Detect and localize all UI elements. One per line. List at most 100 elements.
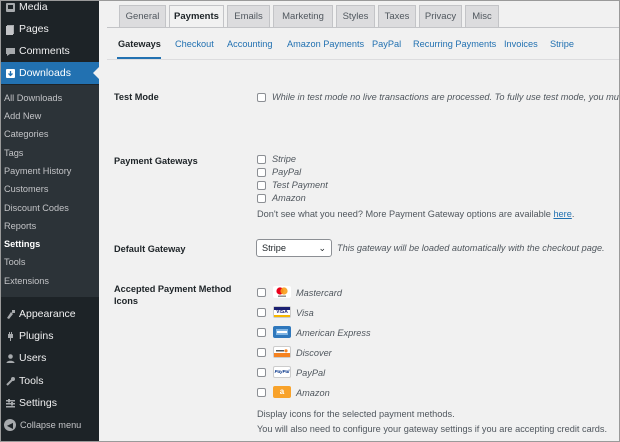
test-mode-description: While in test mode no live transactions … [272, 92, 620, 102]
subtab-gateways[interactable]: Gateways [118, 39, 161, 49]
chevron-down-icon: ⌄ [318, 243, 326, 253]
admin-sidebar: Media Pages Comments Downloads All Downl… [1, 1, 99, 441]
sidebar-item-label: Users [19, 352, 47, 364]
amex-icon [273, 326, 291, 338]
sidebar-item-tools[interactable]: Tools [1, 370, 99, 392]
submenu-item-settings[interactable]: Settings [4, 237, 40, 251]
accepted-icons-note1: Display icons for the selected payment m… [257, 409, 455, 419]
sidebar-item-label: Plugins [19, 330, 54, 342]
sidebar-item-downloads[interactable]: Downloads [1, 62, 99, 84]
gateway-checkbox-amazon[interactable] [257, 194, 266, 203]
collapse-icon: ◀ [4, 419, 16, 431]
sidebar-item-label: Pages [19, 23, 49, 35]
tab-marketing[interactable]: Marketing [273, 5, 333, 27]
active-subtab-underline [117, 57, 161, 59]
media-icon [4, 1, 16, 13]
tab-privacy[interactable]: Privacy [419, 5, 462, 27]
submenu-item-tools[interactable]: Tools [4, 255, 25, 269]
icon-option-paypal: PayPal [296, 368, 326, 378]
users-icon [4, 352, 16, 364]
subtab-stripe[interactable]: Stripe [550, 39, 574, 49]
collapse-menu-label: Collapse menu [20, 420, 82, 430]
subtab-accounting[interactable]: Accounting [227, 39, 272, 49]
settings-main: General Payments Emails Marketing Styles… [99, 1, 619, 441]
sidebar-item-appearance[interactable]: Appearance [1, 303, 99, 325]
pages-icon [4, 23, 16, 35]
subtab-amazon-payments[interactable]: Amazon Payments [287, 39, 364, 49]
sidebar-item-settings[interactable]: Settings [1, 392, 99, 414]
icon-option-mastercard: Mastercard [296, 288, 342, 298]
gateway-checkbox-stripe[interactable] [257, 155, 266, 164]
tab-styles[interactable]: Styles [336, 5, 375, 27]
icon-checkbox-paypal[interactable] [257, 368, 266, 377]
gateway-option-test-payment: Test Payment [272, 180, 328, 190]
downloads-submenu: All Downloads Add New Categories Tags Pa… [1, 85, 99, 297]
submenu-item-tags[interactable]: Tags [4, 146, 23, 160]
sidebar-item-label: Settings [19, 397, 57, 409]
subtab-recurring-payments[interactable]: Recurring Payments [413, 39, 496, 49]
tab-payments[interactable]: Payments [169, 5, 224, 28]
comments-icon [4, 45, 16, 57]
gateway-help-text-body: Don't see what you need? More Payment Ga… [257, 209, 554, 219]
sidebar-item-label: Tools [19, 375, 44, 387]
subtab-checkout[interactable]: Checkout [175, 39, 214, 49]
subtab-invoices[interactable]: Invoices [504, 39, 538, 49]
subtab-paypal[interactable]: PayPal [372, 39, 401, 49]
icon-checkbox-visa[interactable] [257, 308, 266, 317]
gateway-option-stripe: Stripe [272, 154, 297, 164]
sidebar-item-label: Media [19, 1, 48, 13]
collapse-menu-button[interactable]: ◀ Collapse menu [1, 417, 99, 433]
accepted-icons-label-line1: Accepted Payment Method [114, 284, 232, 294]
submenu-item-extensions[interactable]: Extensions [4, 274, 49, 288]
plugins-icon [4, 330, 16, 342]
sidebar-item-comments[interactable]: Comments [1, 40, 99, 62]
submenu-item-customers[interactable]: Customers [4, 182, 48, 196]
submenu-item-payment-history[interactable]: Payment History [4, 164, 71, 178]
accepted-icons-label-line2: Icons [114, 296, 138, 306]
submenu-item-reports[interactable]: Reports [4, 219, 36, 233]
accepted-icons-label: Accepted Payment Method Icons [114, 283, 231, 307]
gateway-checkbox-paypal[interactable] [257, 168, 266, 177]
gateway-help-text-end: . [571, 209, 575, 219]
test-mode-checkbox[interactable] [257, 93, 266, 102]
submenu-item-categories[interactable]: Categories [4, 127, 48, 141]
icon-checkbox-discover[interactable] [257, 348, 266, 357]
settings-icon [4, 397, 16, 409]
sidebar-item-users[interactable]: Users [1, 347, 99, 369]
subtabs-divider [107, 59, 619, 60]
icon-option-amazon: Amazon [296, 388, 330, 398]
tab-general[interactable]: General [119, 5, 166, 27]
submenu-item-discount-codes[interactable]: Discount Codes [4, 201, 69, 215]
default-gateway-label: Default Gateway [114, 244, 186, 254]
gateway-checkbox-test-payment[interactable] [257, 181, 266, 190]
icon-option-amex: American Express [296, 328, 371, 338]
icon-checkbox-amazon[interactable] [257, 388, 266, 397]
mastercard-icon [273, 286, 291, 298]
sidebar-item-label: Downloads [19, 67, 71, 79]
gateway-option-paypal: PayPal [272, 167, 302, 177]
visa-icon: VISA [273, 306, 291, 318]
gateway-help-link[interactable]: here [553, 209, 571, 219]
icon-option-discover: Discover [296, 348, 332, 358]
visa-card-text: VISA [276, 309, 288, 315]
gateway-help-text: Don't see what you need? More Payment Ga… [257, 209, 574, 219]
test-mode-label: Test Mode [114, 92, 159, 102]
sidebar-item-pages[interactable]: Pages [1, 18, 99, 40]
submenu-item-all-downloads[interactable]: All Downloads [4, 91, 62, 105]
sidebar-item-plugins[interactable]: Plugins [1, 325, 99, 347]
discover-icon [273, 346, 291, 358]
browser-frame: Media Pages Comments Downloads All Downl… [0, 0, 620, 442]
sidebar-item-label: Appearance [19, 308, 76, 320]
icon-checkbox-amex[interactable] [257, 328, 266, 337]
appearance-icon [4, 308, 16, 320]
tab-misc[interactable]: Misc [465, 5, 499, 27]
submenu-item-add-new[interactable]: Add New [4, 109, 41, 123]
sidebar-item-media[interactable]: Media [1, 1, 99, 18]
default-gateway-select[interactable]: Stripe ⌄ [256, 239, 332, 257]
default-gateway-value: Stripe [262, 243, 287, 253]
tools-icon [4, 375, 16, 387]
icon-checkbox-mastercard[interactable] [257, 288, 266, 297]
tab-taxes[interactable]: Taxes [378, 5, 416, 27]
sidebar-item-label: Comments [19, 45, 70, 57]
tab-emails[interactable]: Emails [227, 5, 270, 27]
